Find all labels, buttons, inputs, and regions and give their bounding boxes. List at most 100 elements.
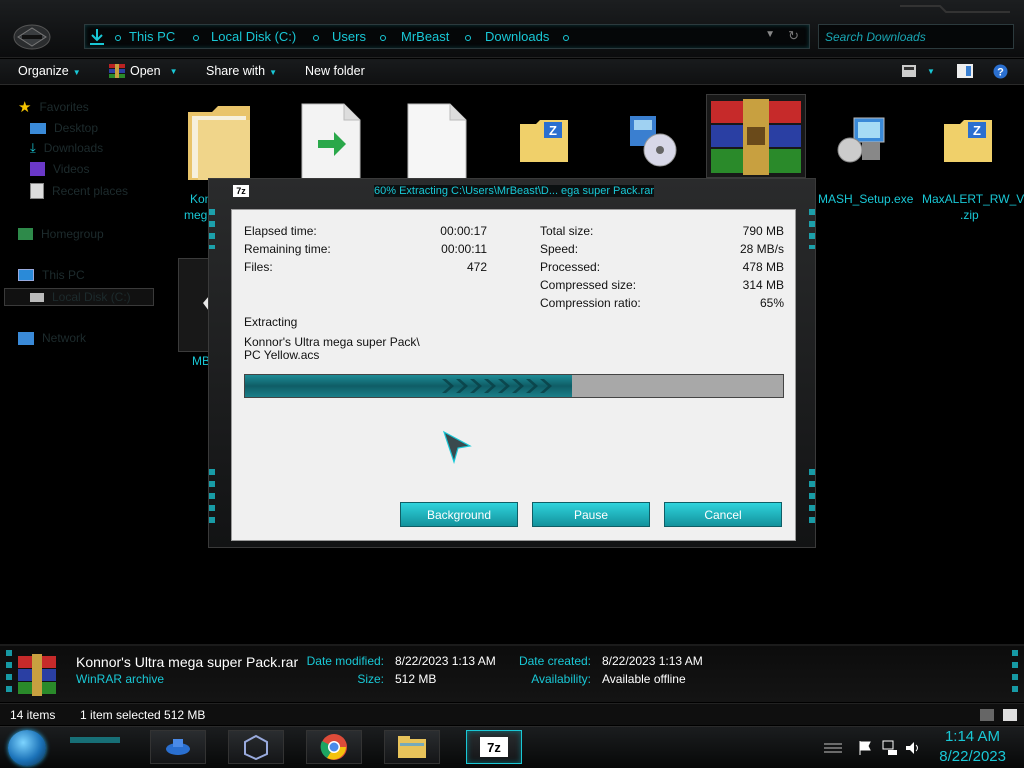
taskbar-explorer[interactable] [384, 730, 440, 764]
dialog-title-bar[interactable]: 7z 60% Extracting C:\Users\MrBeast\D... … [209, 179, 815, 205]
decoration [6, 650, 12, 698]
large-icons-view-icon[interactable] [1003, 709, 1017, 721]
dialog-title: 60% Extracting C:\Users\MrBeast\D... ega… [374, 185, 654, 197]
pause-button[interactable]: Pause [532, 502, 650, 527]
file-name: MASH_Setup.exe [818, 192, 914, 206]
nav-item-network[interactable]: Network [18, 329, 86, 347]
current-file-path: Konnor's Ultra mega super Pack\ [244, 335, 420, 349]
virtualbox-icon [244, 734, 268, 760]
remaining-time-label: Remaining time: [244, 242, 331, 256]
media-player-icon [166, 739, 190, 755]
nav-item-this-pc[interactable]: This PC [18, 266, 85, 284]
breadcrumb-separator [563, 35, 569, 41]
breadcrumb-users[interactable]: Users [332, 29, 366, 44]
chevron-down-icon: ▼ [72, 68, 81, 77]
new-folder-button[interactable]: New folder [305, 64, 365, 78]
view-options-chevron-icon[interactable]: ▼ [927, 67, 935, 76]
date-modified-label: Date modified: [306, 654, 384, 668]
breadcrumb-local-disk[interactable]: Local Disk (C:) [211, 29, 296, 44]
breadcrumb-mrbeast[interactable]: MrBeast [401, 29, 449, 44]
address-bar[interactable]: This PC Local Disk (C:) Users MrBeast Do… [84, 24, 810, 49]
selected-file-name: Konnor's Ultra mega super Pack.rar [76, 654, 299, 670]
breadcrumb-this-pc[interactable]: This PC [129, 29, 175, 44]
svg-text:Z: Z [549, 123, 557, 138]
compression-ratio-value: 65% [759, 296, 784, 310]
clock-time[interactable]: 1:14 AM [945, 728, 1000, 745]
chrome-icon [320, 734, 347, 760]
nav-item-recent[interactable]: Recent places [30, 182, 128, 200]
desktop-icon [30, 122, 46, 134]
taskbar: 7z 1:14 AM 8/22/2023 [0, 726, 1024, 768]
winrar-icon [711, 99, 801, 175]
nav-item-favorites[interactable]: ★ Favorites [18, 98, 89, 116]
search-box[interactable] [818, 24, 1014, 49]
address-history-chevron-icon[interactable]: ▼ [765, 29, 775, 40]
taskbar-7zip[interactable]: 7z [466, 730, 522, 764]
background-button[interactable]: Background [400, 502, 518, 527]
details-view-icon[interactable] [980, 709, 994, 721]
cancel-button[interactable]: Cancel [664, 502, 782, 527]
organize-menu[interactable]: Organize ▼ [18, 64, 81, 78]
refresh-icon[interactable]: ↻ [788, 28, 799, 44]
clock-date[interactable]: 8/22/2023 [939, 748, 1006, 765]
file-name: MaxALERT_RW_V1 [922, 192, 1024, 206]
drive-icon [30, 292, 44, 302]
size-label: Size: [357, 672, 384, 686]
file-item[interactable]: Z [498, 96, 594, 188]
file-item[interactable] [178, 96, 274, 188]
recent-icon [30, 183, 44, 199]
nav-item-downloads[interactable]: ⤓ Downloads [30, 139, 103, 157]
file-item[interactable] [604, 96, 700, 188]
help-icon[interactable]: ? [993, 64, 1008, 79]
file-name: meg [184, 208, 208, 222]
elapsed-time-label: Elapsed time: [244, 224, 317, 238]
processed-value: 478 MB [742, 260, 784, 274]
show-hidden-icons-icon[interactable] [822, 740, 844, 756]
back-forward-orb-icon[interactable] [12, 22, 52, 52]
taskbar-virtualbox[interactable] [228, 730, 284, 764]
volume-icon[interactable] [905, 740, 921, 756]
preview-pane-icon[interactable] [957, 64, 973, 78]
dialog-body: Elapsed time: 00:00:17 Remaining time: 0… [231, 209, 796, 541]
breadcrumb-downloads[interactable]: Downloads [485, 29, 549, 44]
search-input[interactable] [819, 25, 1013, 48]
file-item[interactable] [392, 96, 488, 188]
breadcrumb-separator [465, 35, 471, 41]
download-arrow-icon [90, 29, 104, 45]
taskbar-media-player[interactable] [150, 730, 206, 764]
zip-folder-icon: Z [520, 120, 568, 162]
open-menu[interactable]: Open ▼ [109, 64, 178, 78]
network-icon [18, 331, 34, 345]
operation-label: Extracting [244, 315, 298, 329]
nav-item-desktop[interactable]: Desktop [30, 119, 98, 137]
svg-text:Z: Z [973, 123, 981, 138]
compressed-size-label: Compressed size: [540, 278, 637, 292]
file-item[interactable] [814, 96, 910, 188]
nav-item-local-disk[interactable]: Local Disk (C:) [30, 288, 131, 306]
selection-info: 1 item selected 512 MB [80, 708, 206, 722]
installer-disc-icon [630, 116, 677, 167]
file-item[interactable] [286, 96, 382, 188]
network-status-icon[interactable] [882, 740, 898, 756]
total-size-value: 790 MB [742, 224, 784, 238]
blank-file-icon [407, 103, 467, 181]
action-center-flag-icon[interactable] [858, 740, 874, 756]
status-bar: 14 items 1 item selected 512 MB [0, 703, 1024, 725]
elapsed-time-value: 00:00:17 [440, 224, 487, 238]
file-item-selected[interactable] [706, 94, 806, 178]
videos-icon [30, 162, 45, 176]
speed-value: 28 MB/s [739, 242, 784, 256]
file-item[interactable]: Z [922, 96, 1018, 188]
nav-item-homegroup[interactable]: Homegroup [18, 225, 104, 243]
share-with-menu[interactable]: Share with ▼ [206, 64, 277, 78]
progress-chevron-decoration [442, 379, 553, 393]
homegroup-icon [18, 228, 33, 240]
decoration [209, 469, 215, 529]
change-view-icon[interactable] [902, 65, 916, 77]
compressed-size-value: 314 MB [742, 278, 784, 292]
start-button[interactable] [8, 730, 46, 766]
nav-item-videos[interactable]: Videos [30, 160, 89, 178]
chevron-down-icon: ▼ [169, 66, 178, 76]
taskbar-chrome[interactable] [306, 730, 362, 764]
svg-text:?: ? [997, 67, 1004, 79]
